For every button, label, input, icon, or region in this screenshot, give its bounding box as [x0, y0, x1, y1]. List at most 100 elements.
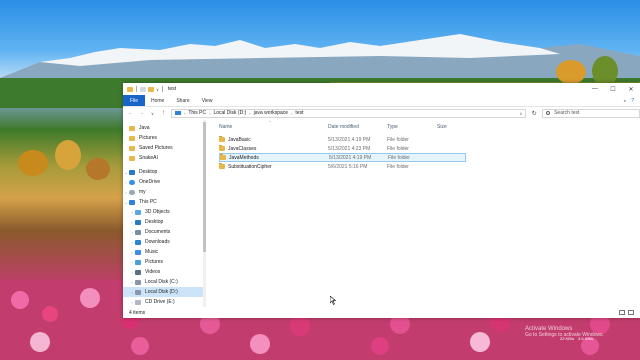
- table-row[interactable]: JavaBasic 5/13/2021 4:19 PM File folder: [219, 135, 466, 144]
- sidebar-item-downloads[interactable]: › Downloads: [123, 237, 203, 247]
- table-row[interactable]: JavaClasses 5/13/2021 4:23 PM File folde…: [219, 144, 466, 153]
- file-type: File folder: [387, 163, 409, 170]
- sidebar-item-label: Downloads: [145, 239, 170, 245]
- column-type-label: Type: [387, 124, 398, 130]
- sidebar-item-local-disk-c[interactable]: › Local Disk (C:): [123, 277, 203, 287]
- file-name: JavaBasic: [228, 136, 251, 143]
- sidebar-item-label: my: [139, 189, 146, 195]
- back-button[interactable]: ←: [127, 110, 134, 116]
- column-header-size[interactable]: Size: [437, 124, 447, 130]
- sidebar-item-onedrive[interactable]: › OneDrive: [123, 177, 203, 187]
- view-toggle: [619, 310, 634, 315]
- sidebar-item-java[interactable]: Java: [123, 123, 203, 133]
- breadcrumb-test[interactable]: test: [295, 110, 303, 116]
- table-row[interactable]: JavaMethods 5/13/2021 4:19 PM File folde…: [219, 153, 466, 162]
- tab-view[interactable]: View: [196, 95, 219, 106]
- address-dropdown-icon[interactable]: ∨: [519, 111, 522, 116]
- chevron-right-icon[interactable]: ›: [209, 111, 210, 116]
- network-upload-speed: 22 KB/s: [560, 336, 575, 341]
- drive-icon: [135, 289, 141, 295]
- onedrive-icon: [129, 179, 135, 185]
- column-header-type[interactable]: Type: [387, 124, 398, 130]
- desktop-icon: [135, 219, 141, 225]
- new-folder-icon[interactable]: [148, 86, 154, 92]
- file-explorer-window: ∨ test — ☐ ✕ File Home Share View ∨ ? ← …: [123, 83, 640, 318]
- column-header-date[interactable]: Date modified: [328, 124, 359, 130]
- sidebar-item-desktop[interactable]: › Desktop: [123, 217, 203, 227]
- navigation-scrollbar[interactable]: [203, 120, 206, 307]
- file-date: 5/13/2021 4:23 PM: [328, 145, 371, 152]
- recent-locations-button[interactable]: ∨: [149, 111, 156, 116]
- sidebar-item-cd-drive-e[interactable]: › CD Drive (E:): [123, 297, 203, 307]
- cd-drive-icon: [135, 299, 141, 305]
- sidebar-item-label: CD Drive (E:): [145, 299, 175, 305]
- tab-share[interactable]: Share: [170, 95, 195, 106]
- sidebar-item-snakeai[interactable]: SnakeAI: [123, 153, 203, 163]
- tab-file[interactable]: File: [123, 95, 145, 106]
- quick-access-toolbar: ∨: [127, 86, 164, 92]
- file-type: File folder: [388, 154, 410, 161]
- folder-icon: [219, 136, 225, 142]
- sidebar-item-this-pc[interactable]: ⌄ This PC: [123, 197, 203, 207]
- sidebar-item-label: Java: [139, 125, 150, 131]
- folder-icon: [127, 86, 133, 92]
- sidebar-item-local-disk-d[interactable]: › Local Disk (D:): [123, 287, 203, 297]
- separator: [161, 86, 163, 92]
- tree: [86, 158, 110, 180]
- sidebar-item-my[interactable]: › my: [123, 187, 203, 197]
- column-header-name[interactable]: Name: [219, 124, 232, 130]
- file-name: SubstituationCipher: [228, 163, 272, 170]
- search-box[interactable]: Search test: [542, 108, 640, 118]
- up-button[interactable]: ↑: [160, 110, 167, 116]
- breadcrumb-java-workspace[interactable]: java workspace: [254, 110, 288, 116]
- sidebar-item-music[interactable]: › Music: [123, 247, 203, 257]
- folder-icon: [219, 163, 225, 169]
- properties-icon[interactable]: [140, 86, 146, 92]
- details-view-icon[interactable]: [619, 310, 625, 315]
- user-icon: [129, 189, 135, 195]
- breadcrumb-this-pc[interactable]: This PC: [188, 110, 206, 116]
- large-icons-view-icon[interactable]: [628, 310, 634, 315]
- forward-button[interactable]: →: [138, 110, 145, 116]
- sidebar-item-documents[interactable]: › Documents: [123, 227, 203, 237]
- file-date: 5/6/2021 5:16 PM: [328, 163, 368, 170]
- refresh-button[interactable]: ↻: [530, 110, 538, 117]
- sidebar-item-label: Music: [145, 249, 159, 255]
- folder-icon: [220, 154, 226, 160]
- file-date: 5/13/2021 4:19 PM: [329, 154, 372, 161]
- maximize-button[interactable]: ☐: [604, 83, 622, 95]
- sidebar-item-saved-pictures[interactable]: Saved Pictures: [123, 143, 203, 153]
- search-icon: [546, 111, 551, 115]
- address-bar[interactable]: › This PC › Local Disk (D:) › java works…: [171, 108, 527, 118]
- expand-ribbon-icon[interactable]: ∨: [623, 98, 626, 103]
- navigation-pane: Java Pictures Saved Pictures SnakeAI ⌄ D…: [123, 120, 203, 307]
- window-controls: — ☐ ✕: [586, 83, 640, 95]
- tab-home[interactable]: Home: [145, 95, 170, 106]
- sidebar-item-pictures[interactable]: Pictures: [123, 133, 203, 143]
- search-placeholder: Search test: [554, 110, 580, 116]
- tree: [556, 60, 586, 84]
- chevron-right-icon[interactable]: ›: [249, 111, 250, 116]
- sidebar-item-label: Local Disk (D:): [145, 289, 178, 295]
- pc-icon: [129, 199, 135, 205]
- scrollbar-thumb[interactable]: [203, 122, 206, 252]
- sort-ascending-icon: ^: [269, 119, 271, 124]
- help-icon[interactable]: ?: [631, 98, 634, 104]
- file-name: JavaClasses: [228, 145, 257, 152]
- sidebar-item-3d-objects[interactable]: › 3D Objects: [123, 207, 203, 217]
- sidebar-item-desktop-root[interactable]: ⌄ Desktop: [123, 167, 203, 177]
- table-row[interactable]: SubstituationCipher 5/6/2021 5:16 PM Fil…: [219, 162, 466, 171]
- folder-icon: [129, 155, 135, 161]
- drive-icon: [135, 279, 141, 285]
- chevron-right-icon[interactable]: ›: [291, 111, 292, 116]
- minimize-button[interactable]: —: [586, 83, 604, 95]
- close-button[interactable]: ✕: [622, 83, 640, 95]
- sidebar-item-videos[interactable]: › Videos: [123, 267, 203, 277]
- customize-toolbar-icon[interactable]: ∨: [156, 87, 159, 92]
- sidebar-item-pictures-pc[interactable]: › Pictures: [123, 257, 203, 267]
- ribbon-right-controls: ∨ ?: [623, 95, 640, 106]
- desktop-icon: [129, 169, 135, 175]
- title-bar[interactable]: ∨ test — ☐ ✕: [123, 83, 640, 95]
- folder-icon: [129, 125, 135, 131]
- breadcrumb-local-disk-d[interactable]: Local Disk (D:): [213, 110, 246, 116]
